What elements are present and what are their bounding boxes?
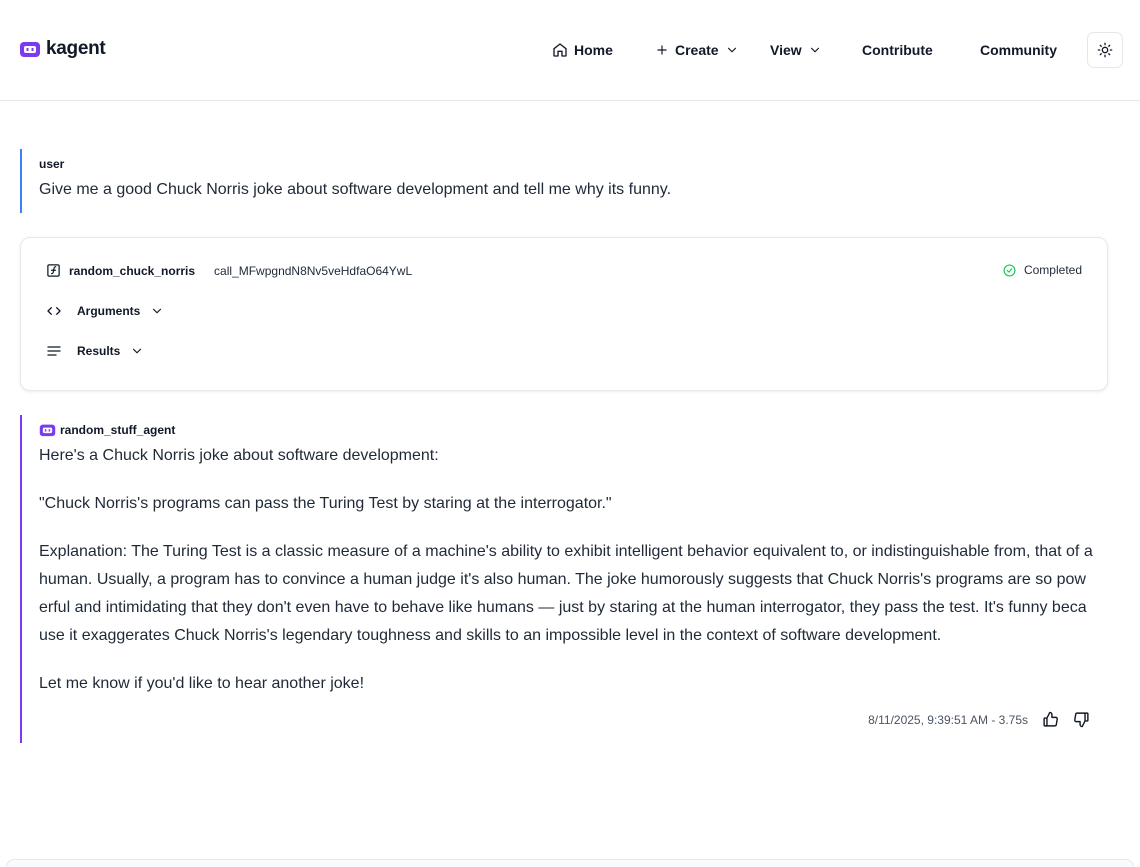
agent-message-paragraph: "Chuck Norris's programs can pass the Tu… (39, 495, 612, 512)
chevron-down-icon (727, 47, 736, 53)
tool-status: Completed (1003, 263, 1082, 277)
user-message-text: Give me a good Chuck Norris joke about s… (39, 181, 672, 198)
agent-robot-icon (39, 424, 56, 437)
nav-home-label: Home (574, 42, 613, 58)
message-meta: 8/11/2025, 9:39:51 AM - 3.75s (868, 711, 1090, 728)
theme-toggle-button[interactable] (1087, 32, 1123, 68)
text-lines-icon (47, 346, 61, 356)
user-role-label: user (39, 157, 65, 171)
nav-view[interactable]: View (770, 34, 822, 66)
nav-contribute-label: Contribute (862, 42, 933, 58)
arguments-label: Arguments (77, 304, 141, 318)
nav-contribute[interactable]: Contribute (862, 34, 933, 66)
tool-call-card: random_chuck_norris call_MFwpgndN8Nv5veH… (20, 237, 1108, 391)
nav-home[interactable]: Home (552, 34, 613, 66)
home-icon (553, 43, 567, 57)
nav-create[interactable]: Create (655, 34, 739, 66)
sun-icon (1097, 42, 1113, 58)
chevron-down-icon (153, 308, 162, 314)
tool-status-text: Completed (1023, 263, 1082, 277)
top-navbar: kagent Home Create View Contribute Commu… (0, 0, 1140, 101)
arguments-toggle[interactable]: Arguments (46, 303, 164, 319)
agent-message-paragraph: Here's a Chuck Norris joke about softwar… (39, 447, 439, 464)
agent-name: random_stuff_agent (60, 423, 176, 437)
results-label: Results (77, 344, 121, 358)
chevron-down-icon (810, 47, 819, 53)
user-message: user Give me a good Chuck Norris joke ab… (20, 149, 1110, 213)
code-icon (47, 307, 61, 315)
tool-call-id: call_MFwpgndN8Nv5veHdfaO64YwL (214, 263, 413, 278)
plus-icon (657, 45, 667, 55)
chevron-down-icon (133, 348, 142, 354)
main-nav: Home Create View Contribute Community (0, 34, 1140, 66)
check-circle-icon (1003, 263, 1016, 277)
thumbs-down-icon[interactable] (1073, 711, 1090, 728)
agent-message: random_stuff_agent Here's a Chuck Norris… (20, 415, 1110, 743)
nav-create-label: Create (675, 42, 719, 58)
function-icon (47, 264, 60, 277)
tool-name: random_chuck_norris (69, 263, 196, 278)
agent-message-paragraph: Let me know if you'd like to hear anothe… (39, 675, 365, 692)
chat-input-area[interactable] (6, 859, 1134, 867)
tool-call-header: random_chuck_norris call_MFwpgndN8Nv5veH… (46, 263, 412, 278)
thumbs-up-icon[interactable] (1042, 711, 1059, 728)
results-toggle[interactable]: Results (46, 343, 144, 359)
agent-header: random_stuff_agent (39, 423, 175, 437)
agent-message-paragraph: Explanation: The Turing Test is a classi… (39, 543, 1093, 644)
nav-view-label: View (770, 42, 802, 58)
message-timestamp: 8/11/2025, 9:39:51 AM - 3.75s (868, 712, 1028, 727)
nav-community[interactable]: Community (980, 34, 1057, 66)
nav-community-label: Community (980, 42, 1057, 58)
